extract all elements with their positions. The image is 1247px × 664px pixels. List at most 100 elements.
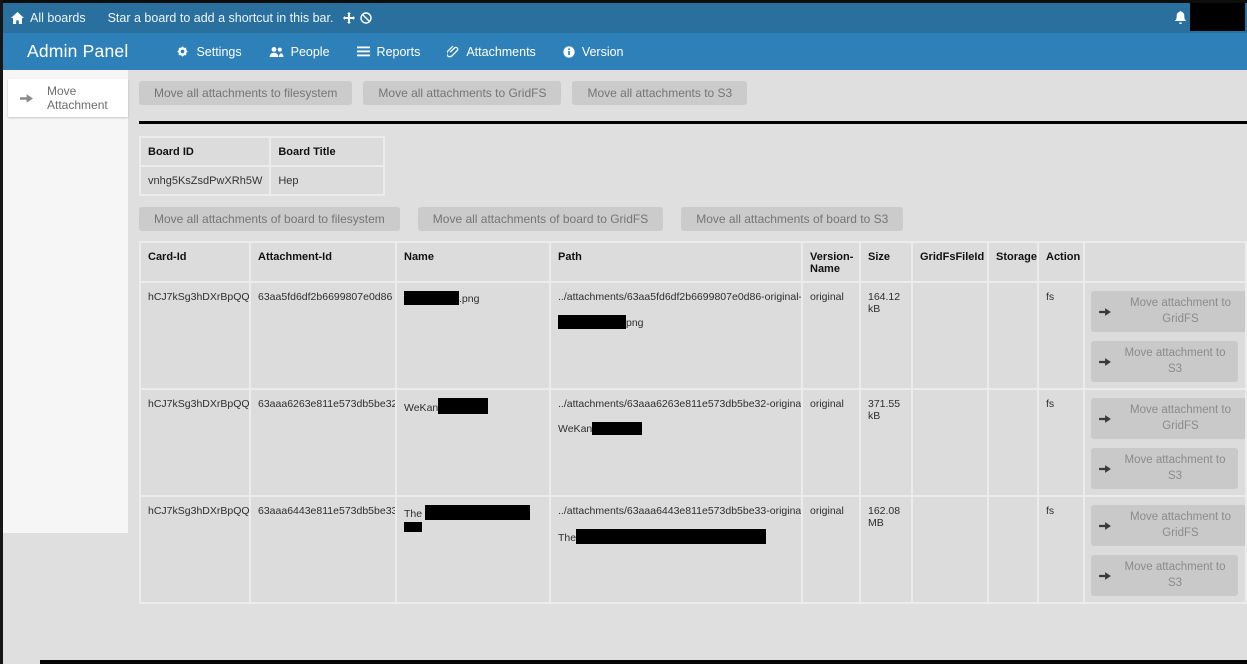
move-attachment-to-s3-button[interactable]: Move attachment to S3 [1091, 341, 1238, 382]
sidebar-item-move-attachment[interactable]: Move Attachment [8, 79, 128, 117]
cell-action: fs [1038, 496, 1084, 603]
cell-action: fs [1038, 389, 1084, 496]
all-boards-link[interactable]: All boards [11, 11, 86, 25]
paperclip-icon [447, 45, 459, 58]
arrow-right-icon [1099, 521, 1111, 531]
move-icon[interactable] [343, 12, 355, 24]
move-board-attachments-button-0[interactable]: Move all attachments of board to filesys… [139, 207, 400, 231]
arrow-right-icon [1099, 464, 1111, 474]
redacted-user-area [1190, 3, 1245, 31]
redacted-text [425, 505, 530, 520]
all-boards-label: All boards [30, 11, 86, 25]
cell-storage [988, 389, 1038, 496]
row-button-label: Move attachment to GridFS [1120, 510, 1241, 541]
cell-version-name: original [802, 389, 860, 496]
cell-gridfs-file-id [912, 389, 988, 496]
attachment-row: hCJ7kSg3hDXrBpQQa63aaa6443e811e573db5be3… [140, 496, 1246, 603]
cell-name: WeKan [396, 389, 550, 496]
move-attachment-to-s3-button[interactable]: Move attachment to S3 [1091, 448, 1238, 489]
row-button-label: Move attachment to S3 [1120, 560, 1230, 591]
cell-size: 164.12 kB [860, 282, 912, 389]
cell-gridfs-file-id [912, 282, 988, 389]
board-title-header: Board Title [270, 137, 384, 166]
move-all-attachments-button-1[interactable]: Move all attachments to GridFS [363, 81, 561, 105]
column-header: Name [396, 242, 550, 282]
tab-label: Settings [196, 45, 241, 59]
move-attachment-to-gridfs-button[interactable]: Move attachment to GridFS [1091, 505, 1246, 546]
redacted-text [576, 529, 766, 544]
board-title-cell: Hep [270, 166, 384, 195]
people-icon [269, 46, 284, 58]
cell-card-id: hCJ7kSg3hDXrBpQQa [140, 496, 250, 603]
ban-icon[interactable] [360, 12, 372, 24]
arrow-right-icon [1099, 357, 1111, 367]
arrow-right-icon [1099, 414, 1111, 424]
column-header: Attachment-Id [250, 242, 396, 282]
cell-card-id: hCJ7kSg3hDXrBpQQa [140, 282, 250, 389]
row-button-label: Move attachment to GridFS [1120, 296, 1241, 327]
arrow-right-icon [1099, 307, 1111, 317]
attachment-row: hCJ7kSg3hDXrBpQQa63aaa6263e811e573db5be3… [140, 389, 1246, 496]
cell-size: 162.08 MB [860, 496, 912, 603]
cell-row-actions: Move attachment to GridFS Move attachment… [1084, 282, 1246, 389]
cell-attachment-id: 63aa5fd6df2b6699807e0d86 [250, 282, 396, 389]
move-board-attachments-button-1[interactable]: Move all attachments of board to GridFS [418, 207, 663, 231]
attachments-body: hCJ7kSg3hDXrBpQQa63aa5fd6df2b6699807e0d8… [140, 282, 1246, 603]
column-header [1084, 242, 1246, 282]
cell-text: ../attachments/63aaa6263e811e573db5be32-… [558, 398, 794, 410]
cell-path: ../attachments/63aaa6263e811e573db5be32-… [550, 389, 802, 496]
attachments-table: Card-IdAttachment-IdNamePathVersion-Name… [139, 241, 1247, 604]
tab-reports[interactable]: Reports [357, 45, 421, 59]
redacted-text [592, 422, 642, 435]
cell-path: ../attachments/63aaa6443e811e573db5be33-… [550, 496, 802, 603]
tab-attachments[interactable]: Attachments [447, 45, 535, 59]
cell-row-actions: Move attachment to GridFS Move attachment… [1084, 389, 1246, 496]
divider-rule [139, 121, 1247, 124]
tab-version[interactable]: Version [563, 45, 624, 59]
cell-text: The [404, 508, 425, 520]
gear-icon [176, 45, 189, 58]
move-attachment-to-gridfs-button[interactable]: Move attachment to GridFS [1091, 398, 1246, 439]
redacted-text [438, 398, 488, 414]
window-edge-left [0, 0, 3, 664]
cell-text: WeKan [404, 402, 438, 414]
cell-text: .png [459, 293, 479, 305]
home-icon [11, 12, 24, 24]
cell-row-actions: Move attachment to GridFS Move attachment… [1084, 496, 1246, 603]
column-header: Action [1038, 242, 1084, 282]
tab-settings[interactable]: Settings [176, 45, 241, 59]
cell-text: png [626, 317, 644, 329]
board-id-cell: vnhg5KsZsdPwXRh5W [140, 166, 270, 195]
admin-panel-header: Admin Panel Settings People Reports Attachm… [3, 33, 1247, 70]
attachments-header-row: Card-IdAttachment-IdNamePathVersion-Name… [140, 242, 1246, 282]
arrow-right-icon [20, 93, 33, 104]
cell-name: The [396, 496, 550, 603]
page-title: Admin Panel [27, 41, 128, 62]
cell-name: .png [396, 282, 550, 389]
tab-label: Attachments [466, 45, 535, 59]
cell-path: ../attachments/63aa5fd6df2b6699807e0d86-… [550, 282, 802, 389]
tab-label: Version [582, 45, 624, 59]
move-attachment-to-s3-button[interactable]: Move attachment to S3 [1091, 555, 1238, 596]
column-header: Version-Name [802, 242, 860, 282]
row-button-label: Move attachment to GridFS [1120, 403, 1241, 434]
move-board-attachments-button-2[interactable]: Move all attachments of board to S3 [681, 207, 903, 231]
cell-text: The [558, 532, 576, 544]
column-header: Size [860, 242, 912, 282]
tab-people[interactable]: People [269, 45, 330, 59]
cell-version-name: original [802, 496, 860, 603]
list-icon [357, 46, 370, 57]
info-icon [563, 46, 575, 58]
row-button-label: Move attachment to S3 [1120, 453, 1230, 484]
move-all-attachments-button-0[interactable]: Move all attachments to filesystem [139, 81, 352, 105]
arrow-right-icon [1099, 571, 1111, 581]
cell-gridfs-file-id [912, 496, 988, 603]
notifications-bell-icon[interactable] [1174, 11, 1187, 25]
move-attachment-to-gridfs-button[interactable]: Move attachment to GridFS [1091, 291, 1246, 332]
redacted-text [558, 315, 626, 329]
board-table: Board ID Board Title vnhg5KsZsdPwXRh5W H… [139, 136, 385, 196]
shortcut-hint: Star a board to add a shortcut in this b… [108, 11, 373, 25]
redacted-text [404, 291, 459, 305]
cell-storage [988, 496, 1038, 603]
move-all-attachments-button-2[interactable]: Move all attachments to S3 [572, 81, 747, 105]
